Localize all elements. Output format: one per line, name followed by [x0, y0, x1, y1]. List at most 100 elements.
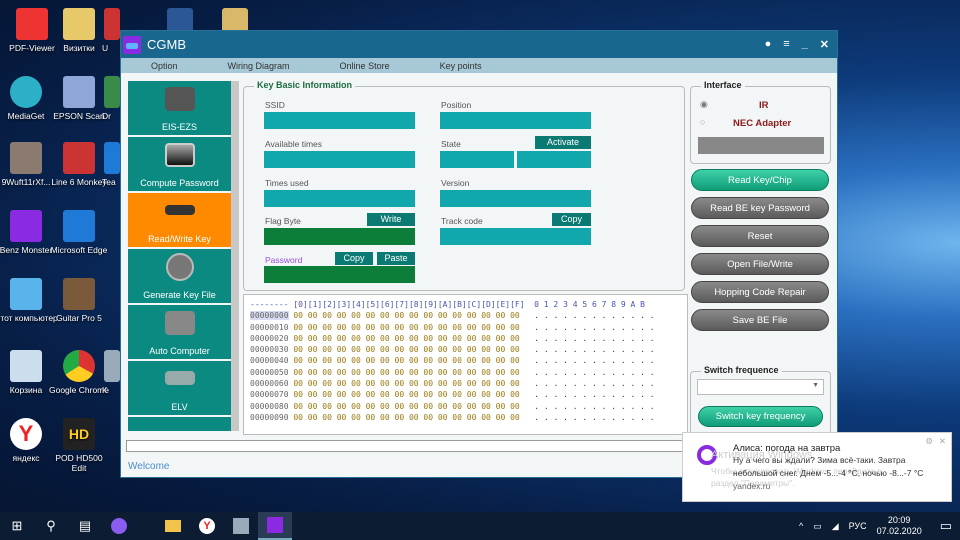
switch-key-frequency-button[interactable]: Switch key frequency: [698, 406, 823, 427]
wifi-icon[interactable]: ◢: [832, 521, 839, 532]
hex-bytes[interactable]: 00 00 00 00 00 00 00 00 00 00 00 00 00 0…: [293, 413, 519, 422]
copy-password-button[interactable]: Copy: [335, 252, 373, 265]
hex-bytes[interactable]: 00 00 00 00 00 00 00 00 00 00 00 00 00 0…: [293, 334, 519, 343]
sidebar-item-compute-password[interactable]: Compute Password: [128, 137, 231, 191]
hex-ascii[interactable]: . . . . . . . . . . . . .: [529, 311, 654, 320]
hex-row: 00000030 00 00 00 00 00 00 00 00 00 00 0…: [250, 344, 681, 355]
desktop-icon-partial-dr[interactable]: Dr: [102, 76, 120, 121]
hex-ascii[interactable]: . . . . . . . . . . . . .: [529, 402, 654, 411]
reset-button[interactable]: Reset: [691, 225, 829, 247]
ssid-field[interactable]: [264, 112, 415, 129]
hex-offset[interactable]: 00000000: [250, 311, 289, 321]
hex-bytes[interactable]: 00 00 00 00 00 00 00 00 00 00 00 00 00 0…: [293, 311, 519, 320]
desktop-icon-partial-k[interactable]: К: [102, 350, 120, 395]
paste-password-button[interactable]: Paste: [377, 252, 415, 265]
app-taskbar-icon[interactable]: [224, 512, 258, 540]
action-center-icon[interactable]: ▭: [940, 518, 952, 534]
sidebar-scrollbar[interactable]: [231, 81, 239, 431]
alice-taskbar-icon[interactable]: [102, 512, 136, 540]
hex-ascii[interactable]: . . . . . . . . . . . . .: [529, 368, 654, 377]
flag-byte-field[interactable]: [264, 228, 415, 245]
password-field[interactable]: [264, 266, 415, 283]
position-field[interactable]: [440, 112, 591, 129]
task-view-icon[interactable]: ▤: [68, 512, 102, 540]
menu-icon[interactable]: ≡: [783, 38, 789, 51]
chevron-up-icon[interactable]: ^: [799, 521, 803, 531]
hex-ascii[interactable]: . . . . . . . . . . . . .: [529, 345, 654, 354]
hex-offset[interactable]: 00000090: [250, 413, 289, 422]
hex-offset[interactable]: 00000030: [250, 345, 289, 354]
close-icon[interactable]: ✕: [939, 436, 946, 447]
hopping-code-repair-button[interactable]: Hopping Code Repair: [691, 281, 829, 303]
write-button[interactable]: Write: [367, 213, 415, 226]
desktop-icon-guitar-pro[interactable]: Guitar Pro 5: [47, 278, 111, 323]
hex-bytes[interactable]: 00 00 00 00 00 00 00 00 00 00 00 00 00 0…: [293, 390, 519, 399]
search-icon[interactable]: ⚲: [34, 512, 68, 540]
open-file-write-button[interactable]: Open File/Write: [691, 253, 829, 275]
sidebar-item-partial[interactable]: [128, 417, 231, 431]
hex-ascii[interactable]: . . . . . . . . . . . . .: [529, 390, 654, 399]
clock[interactable]: 20:09 07.02.2020: [877, 515, 922, 537]
battery-icon[interactable]: ▭: [813, 521, 822, 532]
hex-bytes[interactable]: 00 00 00 00 00 00 00 00 00 00 00 00 00 0…: [293, 345, 519, 354]
hex-bytes[interactable]: 00 00 00 00 00 00 00 00 00 00 00 00 00 0…: [293, 379, 519, 388]
hex-offset[interactable]: 00000010: [250, 323, 289, 332]
sidebar-item-eis-ezs[interactable]: EIS-EZS: [128, 81, 231, 135]
gear-icon[interactable]: ⚙: [925, 436, 933, 447]
title-bar[interactable]: CGMB ● ≡ _ ✕: [121, 31, 837, 58]
state-field-1[interactable]: [440, 151, 514, 168]
windows-start-icon[interactable]: ⊞: [0, 512, 34, 540]
user-icon[interactable]: ●: [765, 38, 772, 51]
hex-ascii[interactable]: . . . . . . . . . . . . .: [529, 334, 654, 343]
sidebar-item-read-write-key[interactable]: Read/Write Key: [128, 193, 231, 247]
hex-bytes[interactable]: 00 00 00 00 00 00 00 00 00 00 00 00 00 0…: [293, 356, 519, 365]
hex-offset[interactable]: 00000080: [250, 402, 289, 411]
desktop-icon-partial-u[interactable]: U: [102, 8, 120, 53]
language-indicator[interactable]: РУС: [849, 521, 867, 531]
track-code-field[interactable]: [440, 228, 591, 245]
radio-ir[interactable]: ◉: [700, 99, 708, 110]
sidebar-item-elv[interactable]: ELV: [128, 361, 231, 415]
menu-option[interactable]: Option: [151, 61, 178, 71]
state-field-2[interactable]: [517, 151, 591, 168]
hex-offset[interactable]: 00000020: [250, 334, 289, 343]
hex-offset[interactable]: 00000060: [250, 379, 289, 388]
file-explorer-icon[interactable]: [156, 512, 190, 540]
yandex-browser-icon[interactable]: Y: [190, 512, 224, 540]
hex-ascii[interactable]: . . . . . . . . . . . . .: [529, 323, 654, 332]
sidebar-item-generate-key-file[interactable]: Generate Key File: [128, 249, 231, 303]
menu-key-points[interactable]: Key points: [440, 61, 482, 71]
desktop-icon-partial-tea[interactable]: Tea: [102, 142, 120, 187]
read-key-chip-button[interactable]: Read Key/Chip: [691, 169, 829, 191]
activate-button[interactable]: Activate: [535, 136, 591, 149]
hex-bytes[interactable]: 00 00 00 00 00 00 00 00 00 00 00 00 00 0…: [293, 368, 519, 377]
save-be-file-button[interactable]: Save BE File: [691, 309, 829, 331]
switch-frequence-group: Switch frequence ▼ Switch key frequency: [690, 365, 831, 435]
copy-track-code-button[interactable]: Copy: [552, 213, 591, 226]
hex-offset[interactable]: 00000070: [250, 390, 289, 399]
menu-wiring-diagram[interactable]: Wiring Diagram: [228, 61, 290, 71]
hex-ascii[interactable]: . . . . . . . . . . . . .: [529, 379, 654, 388]
frequency-select[interactable]: ▼: [697, 379, 824, 395]
hex-ascii[interactable]: . . . . . . . . . . . . .: [529, 356, 654, 365]
hex-offset[interactable]: 00000040: [250, 356, 289, 365]
notification-toast[interactable]: Активация Windows Чтобы активировать Win…: [682, 432, 952, 502]
hex-bytes[interactable]: 00 00 00 00 00 00 00 00 00 00 00 00 00 0…: [293, 402, 519, 411]
desktop-icon-pod-hd500[interactable]: HD POD HD500 Edit: [47, 418, 111, 473]
hex-editor[interactable]: -------- [0][1][2][3][4][5][6][7][8][9][…: [243, 294, 688, 435]
desktop-icon-edge[interactable]: Microsoft Edge: [47, 210, 111, 255]
hex-bytes[interactable]: 00 00 00 00 00 00 00 00 00 00 00 00 00 0…: [293, 323, 519, 332]
times-used-field[interactable]: [264, 190, 415, 207]
sidebar-item-auto-computer[interactable]: Auto Computer: [128, 305, 231, 359]
version-field[interactable]: [440, 190, 591, 207]
read-be-key-password-button[interactable]: Read BE key Password: [691, 197, 829, 219]
hex-ascii[interactable]: . . . . . . . . . . . . .: [529, 413, 654, 422]
hex-offset[interactable]: 00000050: [250, 368, 289, 377]
cgmb-window: CGMB ● ≡ _ ✕ Option Wiring Diagram Onlin…: [120, 30, 838, 478]
close-icon[interactable]: ✕: [820, 38, 829, 51]
radio-nec-adapter[interactable]: ○: [700, 117, 705, 127]
cgmb-taskbar-icon[interactable]: [258, 512, 292, 540]
minimize-icon[interactable]: _: [802, 38, 808, 51]
available-times-field[interactable]: [264, 151, 415, 168]
menu-online-store[interactable]: Online Store: [340, 61, 390, 71]
